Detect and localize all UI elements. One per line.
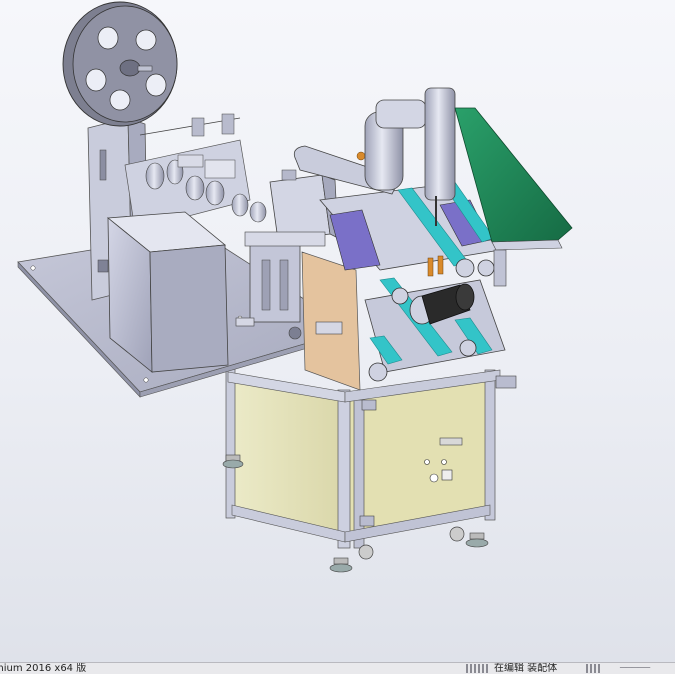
status-separator	[466, 664, 468, 673]
status-units-button[interactable]: ─────	[620, 663, 650, 674]
status-separator	[470, 664, 472, 673]
status-separator	[594, 664, 596, 673]
status-separator	[486, 664, 488, 673]
status-separator	[478, 664, 480, 673]
feeder-rollers	[124, 113, 267, 231]
wood-panel	[301, 251, 361, 391]
status-separator	[598, 664, 600, 673]
cad-viewport[interactable]	[0, 0, 675, 662]
housing-box	[106, 211, 229, 373]
status-right-group: 在编辑 装配体 ─────	[464, 663, 675, 674]
machine-assembly-model[interactable]	[0, 0, 675, 662]
status-separator	[590, 664, 592, 673]
status-edit-mode: 在编辑 装配体	[494, 663, 558, 674]
status-separator	[586, 664, 588, 673]
green-conveyor	[454, 107, 573, 287]
status-separator	[474, 664, 476, 673]
tape-reel	[62, 1, 178, 127]
status-product-version: mium 2016 x64 版	[0, 663, 87, 674]
status-separator	[482, 664, 484, 673]
lower-cabinet	[225, 367, 517, 549]
status-bar: mium 2016 x64 版 在编辑 装配体 ─────	[0, 662, 675, 674]
